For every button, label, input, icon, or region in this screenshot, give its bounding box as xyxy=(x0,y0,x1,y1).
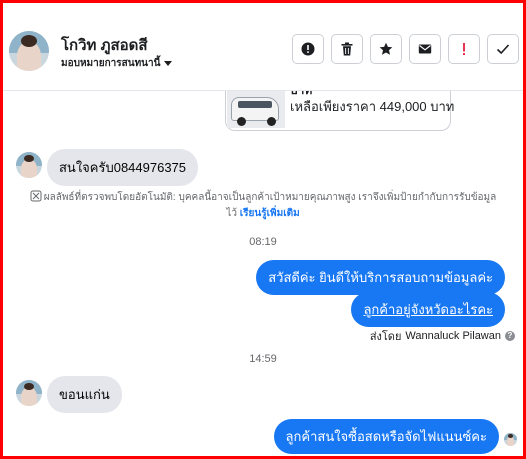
check-icon xyxy=(496,44,510,55)
exclamation-icon xyxy=(463,43,465,55)
auto-detection-notice: ผลลัพธ์ที่ตรวจพบโดยอัตโนมัติ: บุคคลนี้อา… xyxy=(15,190,511,222)
done-button[interactable] xyxy=(487,34,519,64)
exclamation-circle-icon xyxy=(301,42,315,56)
auto-detect-icon xyxy=(30,190,42,202)
learn-more-link[interactable]: เรียนรู้เพิ่มเติม xyxy=(240,208,300,219)
outgoing-message[interactable]: สวัสดีค่ะ ยินดีให้บริการสอบถามข้อมูลค่ะ xyxy=(256,260,505,295)
outgoing-message[interactable]: ลูกค้าสนใจซื้อสดหรือจัดไฟแนนซ์คะ xyxy=(273,419,499,454)
contact-avatar-small xyxy=(16,152,42,178)
delete-button[interactable] xyxy=(331,34,363,64)
contact-avatar-small xyxy=(16,380,42,406)
incoming-message[interactable]: สนใจครับ0844976375 xyxy=(47,149,199,186)
timestamp: 14:59 xyxy=(249,353,277,365)
conversation-header: โกวิท ภูสอดสี มอบหมายการสนทนานี้ xyxy=(3,3,523,91)
caret-down-icon xyxy=(164,61,173,66)
listing-card[interactable]: บาท เหลือเพียงราคา 449,000 บาท xyxy=(225,91,455,131)
message-thread[interactable]: บาท เหลือเพียงราคา 449,000 บาท สนใจครับ0… xyxy=(3,91,523,456)
listing-price: เหลือเพียงราคา 449,000 บาท xyxy=(290,99,455,114)
assign-conversation-dropdown[interactable]: มอบหมายการสนทนานี้ xyxy=(61,56,173,71)
sent-by-info: ส่งโดย Wannaluck Pilawan ? xyxy=(370,327,515,345)
read-receipt-avatar xyxy=(504,433,517,446)
contact-name[interactable]: โกวิท ภูสอดสี xyxy=(61,33,148,57)
screenshot-frame: โกวิท ภูสอดสี มอบหมายการสนทนานี้ เหลือเพ… xyxy=(0,0,526,459)
incoming-message[interactable]: ขอนแก่น xyxy=(47,376,122,413)
sent-by-name: Wannaluck Pilawan xyxy=(405,330,501,342)
conversation-toolbar xyxy=(292,34,519,64)
spam-button[interactable] xyxy=(292,34,324,64)
sent-by-label: ส่งโดย xyxy=(369,331,402,343)
trash-icon xyxy=(341,42,353,56)
follow-up-button[interactable] xyxy=(448,34,480,64)
star-button[interactable] xyxy=(370,34,402,64)
contact-avatar[interactable] xyxy=(9,31,49,71)
assign-label: มอบหมายการสนทนานี้ xyxy=(61,58,161,69)
envelope-icon xyxy=(418,44,432,54)
mark-unread-button[interactable] xyxy=(409,34,441,64)
help-icon[interactable]: ? xyxy=(505,331,515,341)
star-icon xyxy=(379,42,393,55)
outgoing-message[interactable]: ลูกค้าอยู่จังหวัดอะไรคะ xyxy=(351,292,505,327)
listing-image xyxy=(227,91,285,128)
timestamp: 08:19 xyxy=(249,236,277,248)
